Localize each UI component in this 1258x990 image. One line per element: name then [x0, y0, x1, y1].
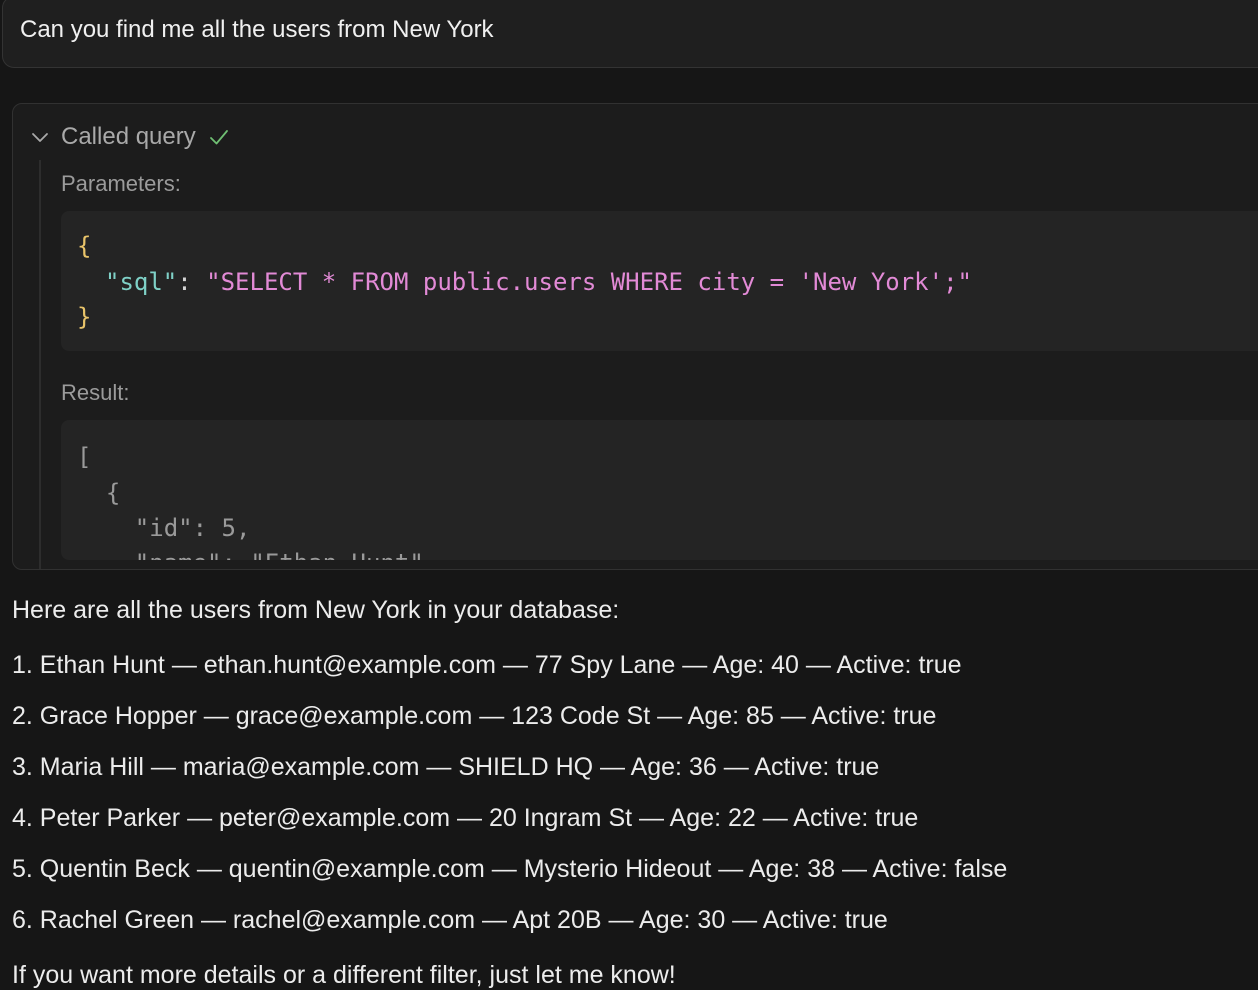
code-sql-key: "sql"	[105, 268, 178, 296]
list-item: 6. Rachel Green — rachel@example.com — A…	[12, 906, 888, 934]
code-open-brace: {	[77, 232, 92, 260]
result-line: {	[77, 479, 121, 507]
check-icon	[209, 130, 228, 145]
list-item: 1. Ethan Hunt — ethan.hunt@example.com —…	[12, 651, 962, 679]
result-line: "name": "Ethan Hunt",	[77, 551, 438, 560]
parameters-label: Parameters:	[61, 171, 181, 196]
list-item: 2. Grace Hopper — grace@example.com — 12…	[12, 702, 937, 730]
code-close-brace: }	[77, 303, 92, 331]
result-label: Result:	[61, 380, 130, 405]
tool-call-card: Called query Parameters: { "sql": "SELEC…	[12, 103, 1258, 570]
code-sql-value: "SELECT * FROM public.users WHERE city =…	[206, 268, 972, 296]
parameters-code-block: { "sql": "SELECT * FROM public.users WHE…	[61, 211, 1258, 351]
chevron-down-icon	[32, 133, 48, 142]
list-item: 4. Peter Parker — peter@example.com — 20…	[12, 804, 919, 832]
result-line: [	[77, 443, 92, 471]
list-item: 3. Maria Hill — maria@example.com — SHIE…	[12, 753, 880, 781]
tool-call-toggle[interactable]: Called query	[30, 120, 230, 154]
result-code-block[interactable]: [ { "id": 5, "name": "Ethan Hunt",	[61, 420, 1258, 560]
assistant-outro: If you want more details or a different …	[12, 961, 676, 989]
tool-call-rail	[39, 160, 41, 569]
code-colon: :	[177, 268, 207, 296]
result-line: "id": 5,	[77, 514, 251, 542]
list-item: 5. Quentin Beck — quentin@example.com — …	[12, 855, 1008, 883]
user-message-text: Can you find me all the users from New Y…	[20, 16, 494, 43]
user-message-bubble: Can you find me all the users from New Y…	[2, 0, 1258, 68]
tool-call-title: Called query	[61, 123, 196, 150]
code-sql-line: "sql": "SELECT * FROM public.users WHERE…	[105, 270, 972, 294]
assistant-intro: Here are all the users from New York in …	[12, 596, 620, 624]
